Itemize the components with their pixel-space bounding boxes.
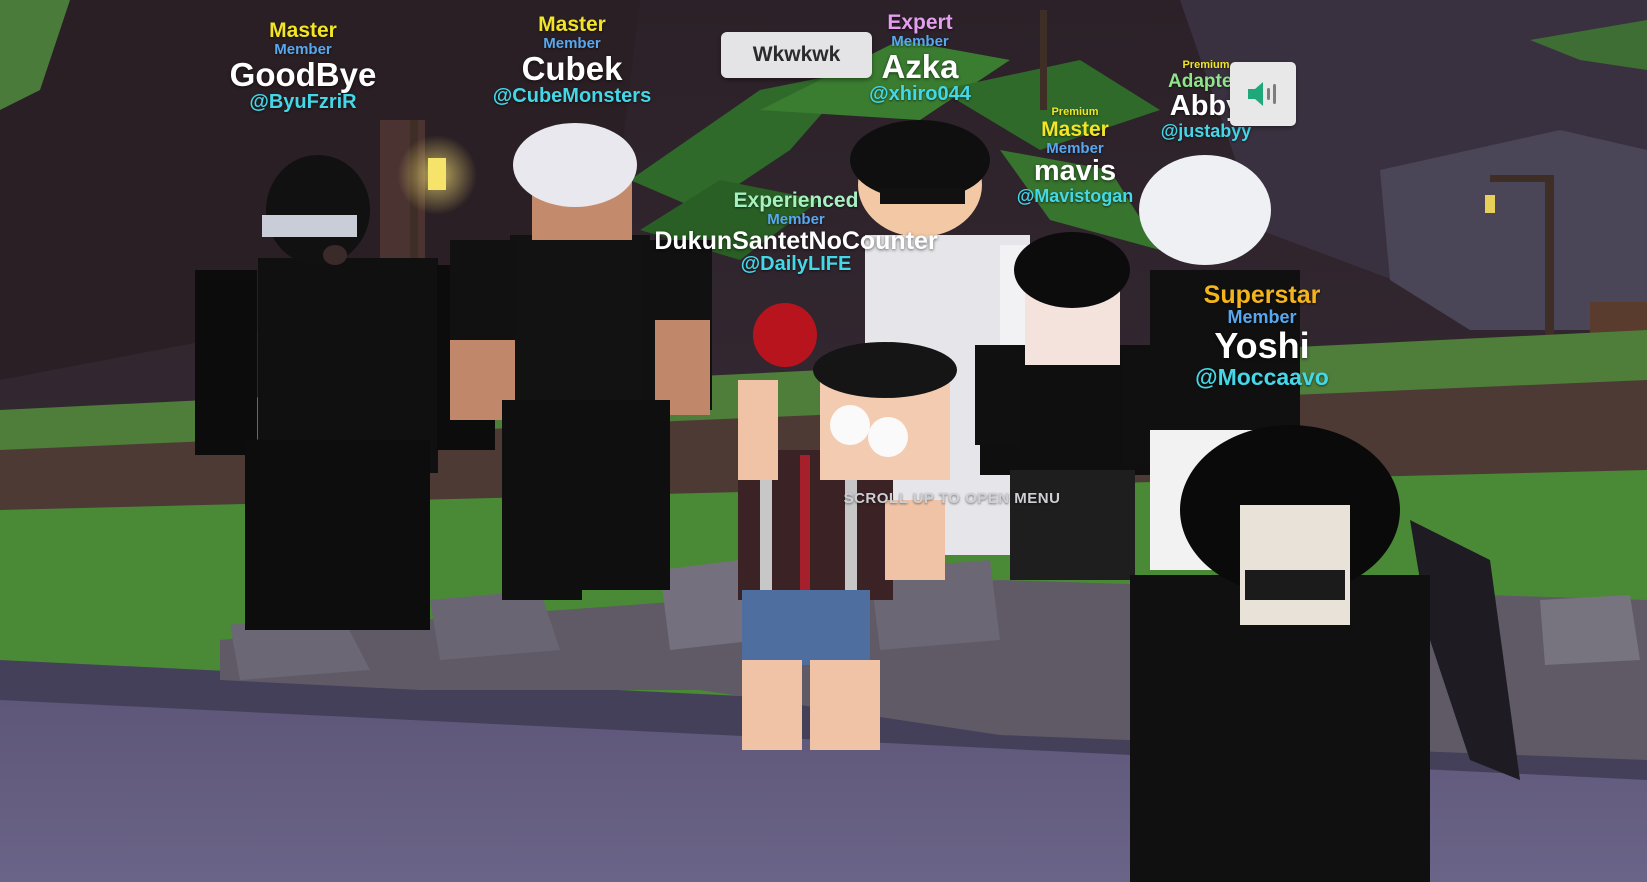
player-tag: Experienced Member DukunSantetNoCounter … [654,189,938,276]
username: @DailyLIFE [740,253,852,276]
display-name: Azka [881,47,959,85]
username: @CubeMonsters [492,85,652,108]
member-label: Member [1046,139,1104,157]
username: @Mavistogan [1016,185,1134,206]
rank-label: Experienced [733,189,859,212]
chat-bubble-text: Wkwkwk [752,43,841,66]
lamp [428,158,446,190]
premium-label: Premium [1051,106,1099,118]
member-label: Member [767,211,825,229]
lamp [1485,195,1495,213]
scroll-menu-hint: SCROLL UP TO OPEN MENU [843,490,1061,507]
rank-label: Master [269,19,337,42]
player-tag: Master Member GoodBye @ByuFzriR [229,19,377,114]
player-tag: Premium Master Member mavis @Mavistogan [1016,106,1134,206]
rank-label: Superstar [1203,281,1321,309]
rank-label: Master [1041,117,1109,141]
display-name: DukunSantetNoCounter [654,226,938,255]
stone-block [430,590,560,660]
game-world [0,0,1647,882]
display-name: Yoshi [1214,325,1310,367]
rank-label: Master [538,13,606,36]
game-viewport[interactable]: Master Member GoodBye @ByuFzriR Master M… [0,0,1647,882]
display-name: Cubek [521,49,623,87]
username: @Moccaavo [1195,363,1329,390]
display-name: mavis [1033,155,1117,188]
chat-bubble: Wkwkwk [721,32,872,78]
username: @xhiro044 [869,83,971,106]
player-tag: Superstar Member Yoshi @Moccaavo [1195,282,1329,389]
voice-chat-button[interactable] [1230,62,1296,126]
lamp-arm [1490,175,1550,182]
username: @ByuFzriR [249,91,357,114]
chest [1590,302,1647,334]
player-tag: Expert Member Azka @xhiro044 [869,11,971,106]
display-name: GoodBye [229,55,377,93]
stone-block [1540,595,1640,665]
player-tag: Master Member Cubek @CubeMonsters [492,13,652,108]
rank-label: Expert [887,11,953,34]
speaker-icon [1248,82,1276,106]
lamp-post [1040,10,1047,110]
